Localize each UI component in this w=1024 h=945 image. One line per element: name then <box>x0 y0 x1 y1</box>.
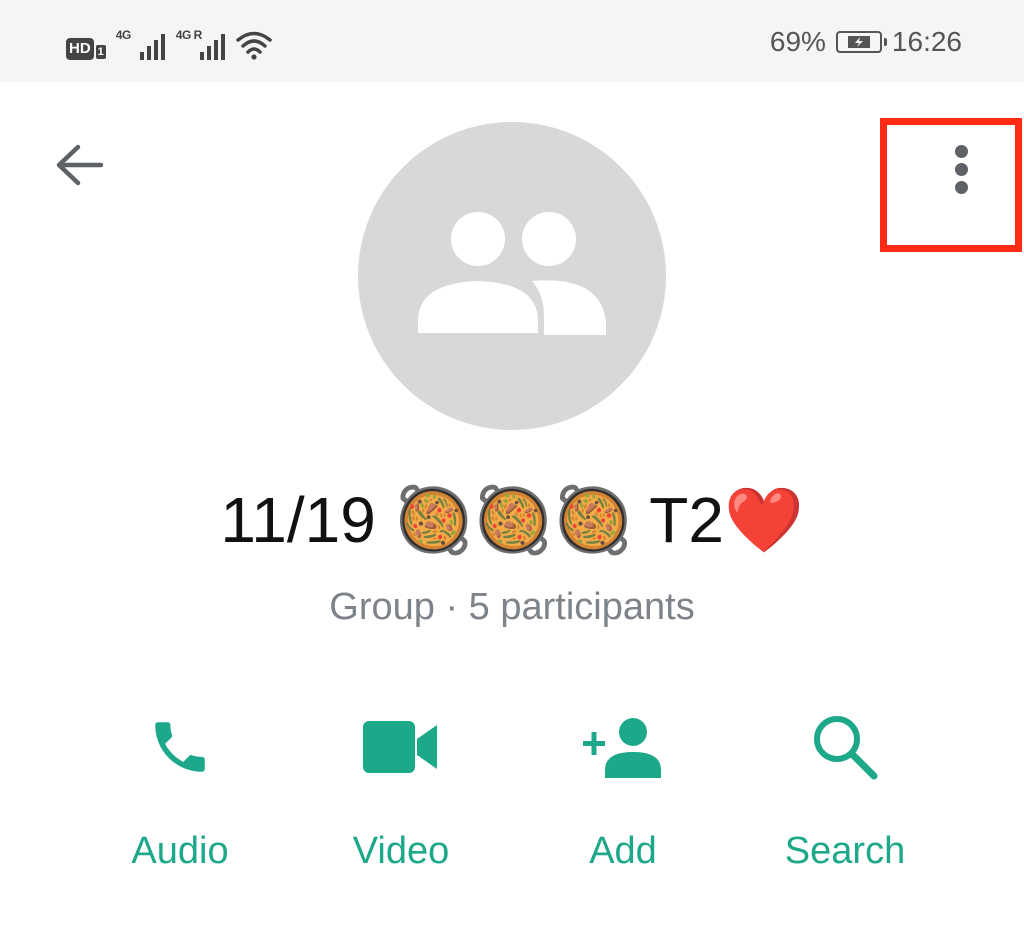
group-subtitle: Group · 5 participants <box>329 586 695 628</box>
group-info-screen: HD 1 4G 4G R 69% 16:26 11/19 🥘🥘🥘 T2❤️ Gr… <box>0 0 1024 945</box>
signal-1: 4G <box>116 28 166 60</box>
person-add-icon <box>583 718 661 778</box>
signal-2: 4G R <box>176 28 226 60</box>
signal-bars-icon <box>199 34 225 60</box>
group-name: 11/19 🥘🥘🥘 T2❤️ <box>220 484 804 556</box>
battery-percent: 69% <box>769 26 826 57</box>
add-label: Add <box>589 830 657 872</box>
audio-call-button[interactable]: Audio <box>80 700 280 900</box>
action-bar: Audio Video Add Search <box>0 700 1024 900</box>
videocam-icon <box>363 721 437 773</box>
video-call-button[interactable]: Video <box>301 700 501 900</box>
signal-1-network: 4G <box>115 28 132 42</box>
arrow-back-icon <box>56 144 104 186</box>
search-button[interactable]: Search <box>745 700 945 900</box>
signal-2-network: 4G R <box>175 28 203 42</box>
sim-number: 1 <box>95 45 106 59</box>
phone-icon <box>155 722 205 772</box>
more-vertical-icon <box>955 145 969 194</box>
back-button[interactable] <box>44 130 114 200</box>
video-label: Video <box>352 830 450 872</box>
hd-badge: HD 1 <box>66 38 106 60</box>
audio-label: Audio <box>131 830 229 872</box>
hd-label: HD <box>66 38 94 60</box>
status-bar: HD 1 4G 4G R 69% 16:26 <box>0 0 1024 82</box>
charging-bolt-icon <box>847 36 870 48</box>
status-left: HD 1 4G 4G R <box>66 24 272 60</box>
group-avatar-icon <box>414 212 606 337</box>
group-avatar[interactable] <box>358 122 666 430</box>
battery-icon <box>835 31 887 53</box>
signal-bars-icon <box>139 34 165 60</box>
clock: 16:26 <box>891 26 962 57</box>
more-options-button[interactable] <box>880 118 1022 252</box>
add-participant-button[interactable]: Add <box>523 700 723 900</box>
status-right: 69% 16:26 <box>770 24 962 60</box>
search-label: Search <box>784 830 906 872</box>
search-icon <box>814 716 878 780</box>
wifi-icon <box>236 31 272 60</box>
